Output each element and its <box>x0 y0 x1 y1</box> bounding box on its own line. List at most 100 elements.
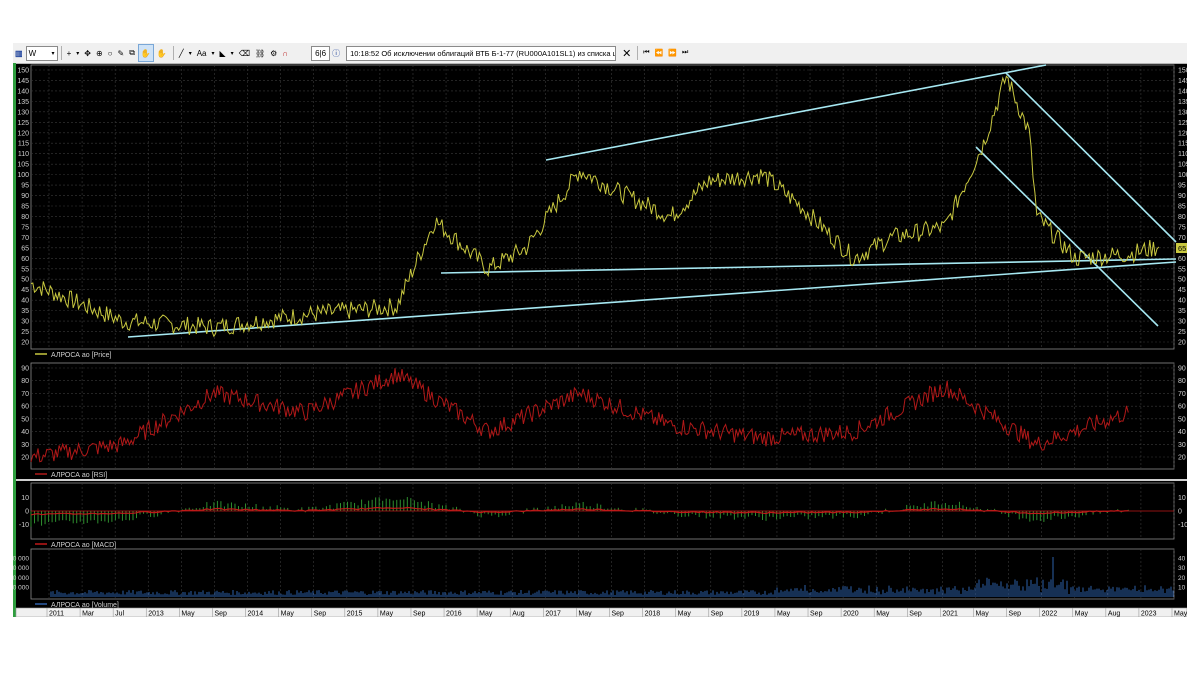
time-axis-label: 2021 <box>942 611 958 618</box>
crosshair-icon[interactable]: ⊕ <box>94 45 105 61</box>
interval-select[interactable]: W ▾ <box>25 45 58 61</box>
y-tick-label-right: 10 <box>1178 495 1186 502</box>
macd-legend: АЛРОСА ао [MACD] <box>35 542 116 549</box>
y-tick-label-left: 40 000 <box>13 555 29 562</box>
y-tick-label-right: 70 <box>1178 235 1186 242</box>
magnet-icon[interactable]: ∩ <box>280 45 290 61</box>
y-tick-label-right: 110 <box>1178 151 1187 158</box>
time-axis-label: 2011 <box>49 611 64 618</box>
y-tick-label-left: 45 <box>21 287 29 294</box>
time-axis-label: Sep <box>810 611 823 618</box>
dropdown-arrow-icon[interactable]: ▾ <box>210 45 217 61</box>
y-tick-label-right: 150 <box>1178 68 1187 75</box>
hand-icon[interactable]: ✋ <box>137 44 154 62</box>
y-tick-label-right: 80 <box>1178 378 1186 385</box>
price-legend: АЛРОСА ао [Price] <box>35 352 112 359</box>
text-tool-icon[interactable]: Aa <box>195 45 209 61</box>
y-tick-label-right: 60 <box>1178 404 1186 411</box>
y-tick-label-left: 60 <box>21 404 29 411</box>
y-tick-label-right: 100 <box>1178 172 1187 179</box>
line-tool-icon[interactable]: ╱ <box>177 45 186 61</box>
toolbar-separator <box>637 46 639 60</box>
rsi-panel-frame <box>30 362 1175 470</box>
y-tick-label-left: 120 <box>17 130 29 137</box>
y-tick-label-left: 90 <box>21 366 29 373</box>
zoom-icon[interactable]: ⧉ <box>127 45 137 61</box>
time-axis-label: Sep <box>612 611 625 618</box>
time-axis-label: May <box>578 611 592 618</box>
time-axis-label: Sep <box>909 611 922 618</box>
y-tick-label-right: 50 <box>1178 416 1186 423</box>
y-tick-label-left: 105 <box>17 162 29 169</box>
y-tick-label-right: 10 000 <box>1178 585 1187 592</box>
pan-icon[interactable]: ✋ <box>155 45 169 61</box>
time-axis-label: 2017 <box>545 611 561 618</box>
next-icon[interactable]: ⏩ <box>666 45 679 61</box>
prev-icon[interactable]: ⏪ <box>653 45 666 61</box>
y-tick-label-left: 130 <box>17 109 29 116</box>
y-tick-label-left: 125 <box>17 120 29 127</box>
dropdown-arrow-icon[interactable]: ▾ <box>187 45 194 61</box>
time-axis-label: Sep <box>314 611 327 618</box>
time-axis-label: May <box>876 611 890 618</box>
y-tick-label-left: 70 <box>21 235 29 242</box>
y-tick-label-left: 30 <box>21 442 29 449</box>
time-axis-label: May <box>479 611 493 618</box>
toolbar-separator <box>172 46 174 60</box>
y-tick-label-left: 115 <box>18 141 29 148</box>
macd-legend-text: АЛРОСА ао [MACD] <box>51 542 116 549</box>
link-icon[interactable]: ⛓ <box>253 45 267 61</box>
y-tick-label-right: 55 <box>1178 266 1186 273</box>
dropdown-arrow-icon[interactable]: ▾ <box>229 45 236 61</box>
chart-type-icon[interactable]: ▥ <box>13 45 25 61</box>
eraser-icon[interactable]: ⌫ <box>237 45 252 61</box>
y-tick-label-left: 40 <box>21 298 29 305</box>
y-tick-label-right: 115 <box>1178 141 1187 148</box>
y-tick-label-left: 75 <box>21 224 29 231</box>
time-axis-label: Sep <box>711 611 724 618</box>
time-axis-label: Sep <box>413 611 426 618</box>
marker-icon[interactable]: ◣ <box>218 45 228 61</box>
time-axis-label: Sep <box>214 611 227 618</box>
time-axis-label: 2018 <box>645 611 661 618</box>
y-tick-label-right: 135 <box>1178 99 1187 106</box>
y-tick-label-right: 20 <box>1178 340 1186 347</box>
y-tick-label-right: 60 <box>1178 256 1186 263</box>
time-axis-label: May <box>1174 611 1187 618</box>
news-text: 10:18:52 Об исключении облигаций ВТБ Б-1… <box>350 48 617 58</box>
price-legend-text: АЛРОСА ао [Price] <box>51 352 112 359</box>
y-tick-label-right: 30 000 <box>1178 565 1187 572</box>
y-tick-label-left: 40 <box>21 429 29 436</box>
chart-toolbar: ▥ W ▾ + ▾ ✥ ⊕ ○ ✎ ⧉ ✋ ✋ ╱ ▾ Aa ▾ ◣ ▾ ⌫ ⛓ … <box>13 43 1187 64</box>
move-icon[interactable]: ✥ <box>82 45 93 61</box>
y-tick-label-left: 65 <box>21 245 29 252</box>
circle-icon[interactable]: ○ <box>106 45 115 61</box>
last-icon[interactable]: ⏭ <box>680 45 690 61</box>
y-tick-label-left: 70 <box>21 391 29 398</box>
time-axis-label: May <box>380 611 394 618</box>
dropdown-arrow-icon[interactable]: ▾ <box>74 45 81 61</box>
y-tick-label-right: 95 <box>1178 183 1186 190</box>
y-tick-label-right: 80 <box>1178 214 1186 221</box>
y-tick-label-left: 20 <box>21 340 29 347</box>
y-tick-label-right: 25 <box>1178 329 1186 336</box>
toolbar-separator <box>60 46 62 60</box>
y-tick-label-left: 80 <box>21 214 29 221</box>
y-tick-label-right: 90 <box>1178 193 1186 200</box>
y-tick-label-left: 25 <box>21 329 29 336</box>
time-axis-label: 2023 <box>1141 611 1157 618</box>
settings-icon[interactable]: ⚙ <box>268 45 279 61</box>
time-axis-label: 2020 <box>843 611 859 618</box>
add-icon[interactable]: + <box>65 45 74 61</box>
info-icon[interactable]: ⓘ <box>330 45 342 61</box>
time-axis-label: 2016 <box>446 611 462 618</box>
rsi-legend-text: АЛРОСА ао [RSI] <box>51 472 107 479</box>
time-axis-label: 2013 <box>148 611 164 618</box>
time-axis-label: 2015 <box>347 611 363 618</box>
news-ticker[interactable]: 10:18:52 Об исключении облигаций ВТБ Б-1… <box>346 45 617 61</box>
y-tick-label-right: 75 <box>1178 224 1186 231</box>
ruler-icon[interactable]: ✎ <box>116 45 127 61</box>
first-icon[interactable]: ⏮ <box>641 45 651 61</box>
close-icon[interactable]: ✕ <box>620 45 633 61</box>
chart-canvas[interactable]: 150 150 145 145 140 140 135 135 130 130 125 125 120 1… <box>13 63 1187 617</box>
